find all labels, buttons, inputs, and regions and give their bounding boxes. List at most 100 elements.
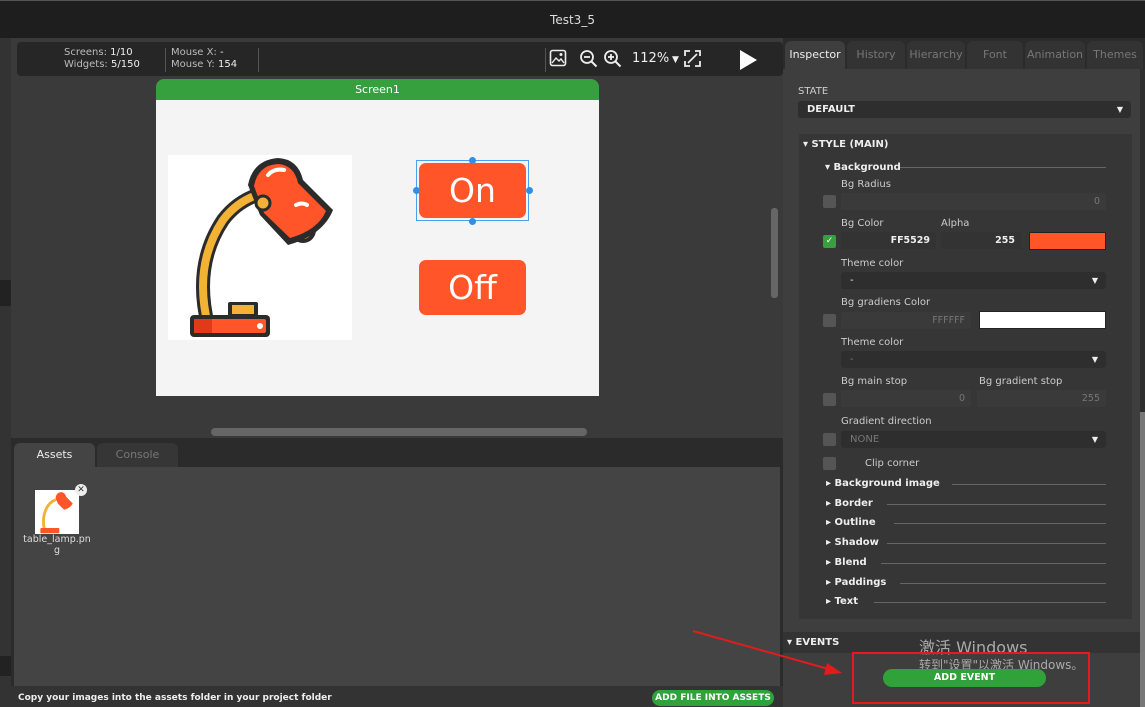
section-outline[interactable]: ▸ Outline <box>826 517 876 528</box>
grad-dir-dropdown[interactable]: NONE ▼ <box>841 431 1106 448</box>
theme-color2-value: - <box>850 354 854 365</box>
tab-console[interactable]: Console <box>97 443 178 467</box>
section-blend[interactable]: ▸ Blend <box>826 557 867 568</box>
annotation-box <box>852 652 1090 704</box>
tab-font[interactable]: Font <box>967 41 1023 69</box>
mouse-y-value: 154 <box>217 59 238 70</box>
section-background-image[interactable]: ▸ Background image <box>826 478 940 489</box>
zoom-value: 112% <box>632 51 670 66</box>
section-title: Background image <box>834 478 940 489</box>
check-icon: ✓ <box>825 236 834 246</box>
bg-grad-stop-input[interactable]: 255 <box>977 390 1106 407</box>
off-button[interactable]: Off <box>419 260 526 315</box>
zoom-dropdown[interactable]: 112% ▼ <box>632 51 679 66</box>
grad-dir-checkbox[interactable] <box>823 433 836 446</box>
screens-label: Screens: <box>64 47 107 58</box>
section-title: Border <box>834 498 873 509</box>
bg-color-checkbox[interactable]: ✓ <box>823 235 836 248</box>
section-title: Text <box>834 596 859 607</box>
background-header[interactable]: ▾ Background <box>825 162 901 173</box>
bg-grad-color-swatch[interactable] <box>979 311 1106 329</box>
editor-toolbar: Screens: 1/10 Widgets: 5/150 Mouse X: - … <box>17 42 783 76</box>
zoom-out-icon[interactable] <box>579 49 598 68</box>
zoom-in-icon[interactable] <box>603 49 622 68</box>
divider <box>887 504 1106 505</box>
remove-asset-icon[interactable]: ✕ <box>75 484 87 496</box>
bg-grad-color-input[interactable]: FFFFFF <box>841 312 971 329</box>
mouse-x-value: - <box>220 47 224 58</box>
clip-corner-checkbox[interactable] <box>823 457 836 470</box>
chevron-down-icon: ▼ <box>1091 355 1098 364</box>
state-value: DEFAULT <box>807 104 855 115</box>
window-title: Test3_5 <box>550 13 595 27</box>
toolbar-divider <box>165 48 166 72</box>
divider <box>900 167 1106 168</box>
theme-color2-dropdown[interactable]: - ▼ <box>841 351 1106 368</box>
tab-themes[interactable]: Themes <box>1087 41 1143 69</box>
section-title: Paddings <box>834 577 887 588</box>
stops-checkbox[interactable] <box>823 393 836 406</box>
screen-canvas[interactable]: On Off <box>156 100 599 396</box>
resize-handle[interactable] <box>526 187 533 194</box>
chevron-down-icon: ▼ <box>669 55 679 65</box>
section-paddings[interactable]: ▸ Paddings <box>826 577 886 588</box>
bg-radius-checkbox[interactable] <box>823 195 836 208</box>
section-text[interactable]: ▸ Text <box>826 596 858 607</box>
grad-dir-label: Gradient direction <box>841 416 932 427</box>
lamp-image[interactable] <box>168 155 352 340</box>
chevron-down-icon: ▼ <box>1116 105 1123 114</box>
fit-screen-icon[interactable] <box>683 49 702 68</box>
tab-assets[interactable]: Assets <box>14 443 95 467</box>
theme-color-dropdown[interactable]: - ▼ <box>841 272 1106 289</box>
inspector-scrollbar[interactable] <box>1140 69 1145 707</box>
caret-right-icon: ▸ <box>826 596 835 607</box>
caret-right-icon: ▸ <box>826 498 835 509</box>
panel-tabs: Inspector History Hierarchy Font Animati… <box>783 38 1145 69</box>
bg-grad-color-checkbox[interactable] <box>823 314 836 327</box>
alpha-input[interactable]: 255 <box>941 232 1021 249</box>
bg-main-stop-label: Bg main stop <box>841 376 908 387</box>
bg-radius-label: Bg Radius <box>841 179 891 190</box>
divider <box>880 563 1106 564</box>
caret-right-icon: ▸ <box>826 517 835 528</box>
widgets-value: 5/150 <box>110 59 140 70</box>
tab-inspector[interactable]: Inspector <box>785 41 845 69</box>
state-dropdown[interactable]: DEFAULT ▼ <box>798 101 1131 118</box>
section-shadow[interactable]: ▸ Shadow <box>826 537 879 548</box>
bg-main-stop-input[interactable]: 0 <box>841 390 971 407</box>
scrollbar-thumb[interactable] <box>1140 412 1145 707</box>
section-border[interactable]: ▸ Border <box>826 498 873 509</box>
add-file-button[interactable]: ADD FILE INTO ASSETS <box>652 690 774 706</box>
bg-grad-color-label: Bg gradiens Color <box>841 297 931 308</box>
bg-radius-input[interactable]: 0 <box>841 193 1106 210</box>
bg-grad-stop-label: Bg gradient stop <box>979 376 1063 387</box>
on-button[interactable]: On <box>419 163 526 218</box>
events-header[interactable]: ▾ EVENTS <box>787 637 839 648</box>
tab-animation[interactable]: Animation <box>1025 41 1085 69</box>
resize-handle[interactable] <box>469 218 476 225</box>
theme-color-value: - <box>850 275 854 286</box>
style-main-title: STYLE (MAIN) <box>811 139 889 150</box>
theme-color2-label: Theme color <box>841 337 904 348</box>
tab-hierarchy[interactable]: Hierarchy <box>907 41 965 69</box>
asset-thumbnail[interactable] <box>35 490 79 534</box>
caret-right-icon: ▸ <box>826 537 835 548</box>
divider <box>874 602 1106 603</box>
style-main-header[interactable]: ▾ STYLE (MAIN) <box>803 139 888 150</box>
image-icon[interactable] <box>549 49 567 67</box>
editor-horizontal-scrollbar[interactable] <box>211 428 587 436</box>
toolbar-divider <box>545 48 546 72</box>
assets-footer: Copy your images into the assets folder … <box>11 686 783 707</box>
assets-hint: Copy your images into the assets folder … <box>18 693 332 703</box>
section-title: Shadow <box>834 537 879 548</box>
table-lamp-icon <box>40 492 73 534</box>
screen-tab[interactable]: Screen1 <box>156 79 599 100</box>
bg-color-swatch[interactable] <box>1029 232 1106 250</box>
play-icon[interactable] <box>740 50 757 70</box>
table-lamp-icon <box>190 158 333 337</box>
editor-vertical-scrollbar[interactable] <box>771 208 778 298</box>
caret-down-icon: ▾ <box>787 637 796 648</box>
divider <box>893 523 1106 524</box>
bg-color-input[interactable]: FF5529 <box>841 232 936 249</box>
tab-history[interactable]: History <box>847 41 905 69</box>
